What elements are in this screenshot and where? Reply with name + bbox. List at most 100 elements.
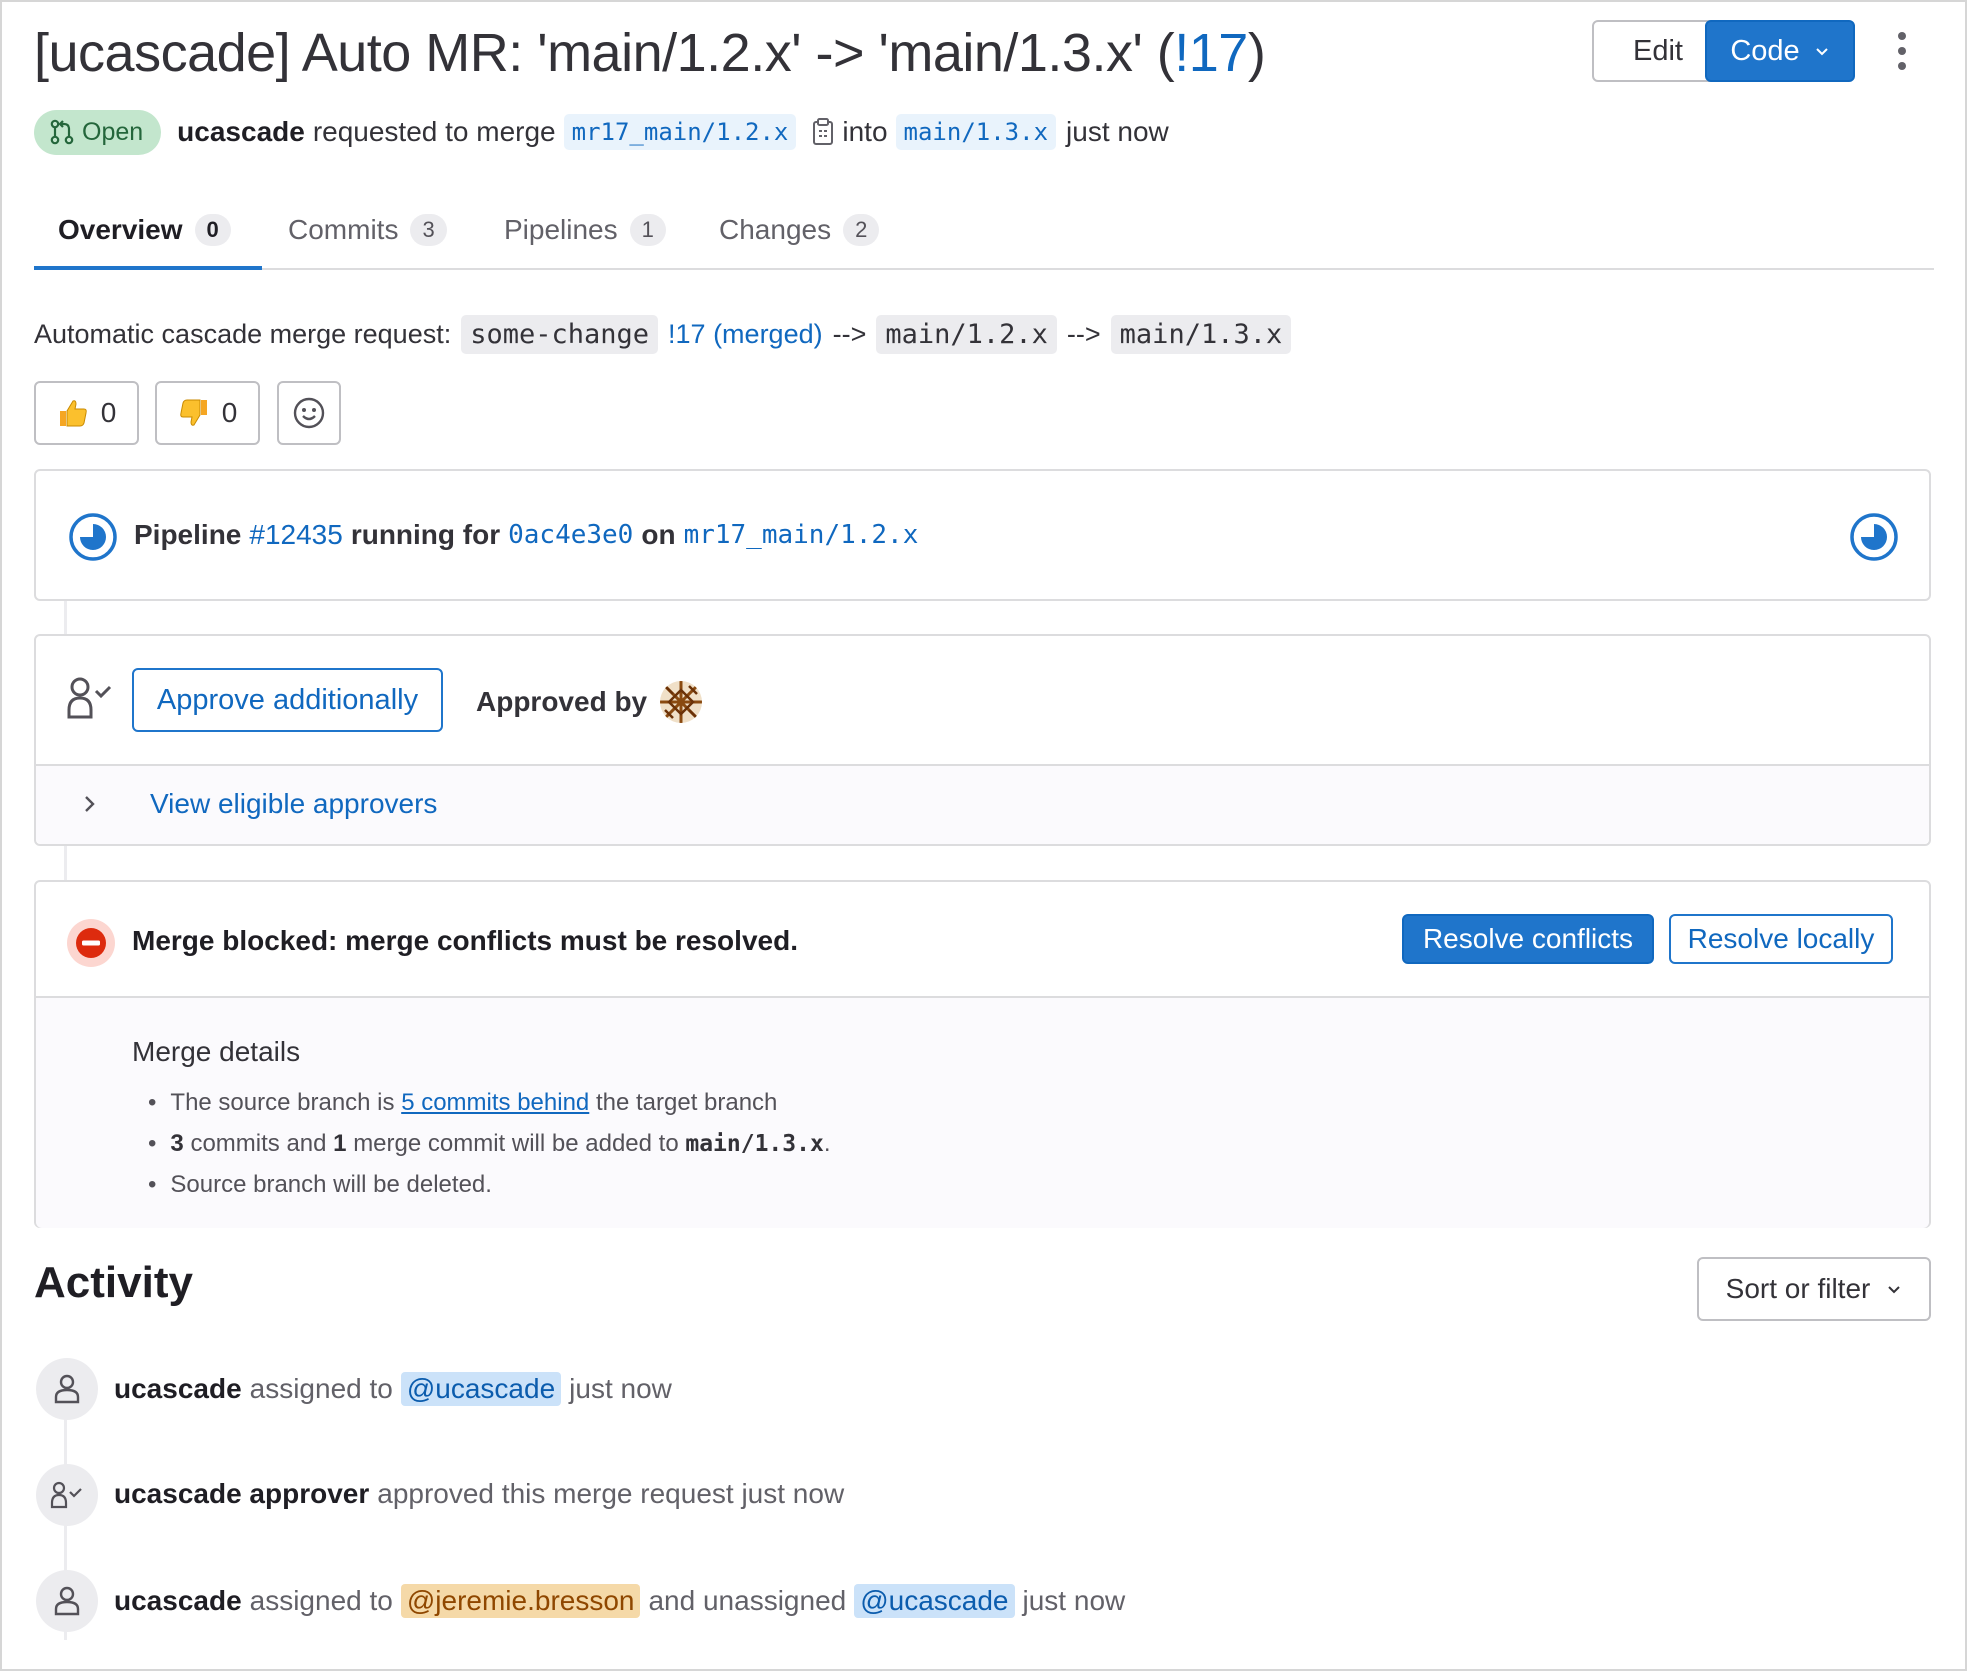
add-reaction-button[interactable] bbox=[277, 381, 341, 445]
commit-sha-link[interactable]: 0ac4e3e0 bbox=[508, 520, 633, 550]
chevron-right-icon[interactable] bbox=[82, 794, 96, 819]
author-link[interactable]: ucascade bbox=[177, 116, 305, 148]
activity-actor[interactable]: ucascade approver bbox=[114, 1478, 369, 1510]
pipeline-on-text: on bbox=[641, 519, 676, 550]
pipeline-running-icon[interactable] bbox=[68, 512, 118, 567]
tab-label: Pipelines bbox=[504, 214, 618, 245]
approve-button[interactable]: Approve additionally bbox=[132, 668, 443, 732]
merge-details-title: Merge details bbox=[132, 1036, 301, 1067]
activity-text: assigned to bbox=[249, 1373, 393, 1404]
view-eligible-approvers-link[interactable]: View eligible approvers bbox=[150, 788, 437, 820]
thumbs-up-count: 0 bbox=[100, 397, 117, 428]
merge-detail-item: 3 commits and 1 merge commit will be add… bbox=[132, 1123, 831, 1164]
edit-button-label: Edit bbox=[1633, 34, 1683, 67]
resolve-conflicts-button[interactable]: Resolve conflicts bbox=[1402, 914, 1654, 964]
pipeline-running-text: running for bbox=[350, 519, 501, 550]
approvals-card: Approve additionally Approved by View el… bbox=[34, 634, 1931, 846]
tab-overview[interactable]: Overview 0 bbox=[58, 190, 231, 270]
pipeline-label: Pipeline bbox=[134, 519, 242, 550]
detail-text: . bbox=[823, 1129, 831, 1157]
more-actions-icon[interactable] bbox=[1890, 30, 1914, 72]
tab-commits[interactable]: Commits 3 bbox=[288, 190, 447, 270]
description-prefix: Automatic cascade merge request: bbox=[34, 319, 452, 349]
user-icon bbox=[36, 1358, 98, 1420]
mr-tabs: Overview 0 Commits 3 Pipelines 1 Changes 2 bbox=[34, 190, 1934, 270]
pipeline-branch-link[interactable]: mr17_main/1.2.x bbox=[684, 520, 919, 550]
user-mention-self[interactable]: @jeremie.bresson bbox=[400, 1584, 641, 1618]
user-icon bbox=[36, 1570, 98, 1632]
pipeline-mini-graph-icon[interactable] bbox=[1849, 512, 1899, 567]
user-mention[interactable]: @ucascade bbox=[400, 1372, 562, 1406]
thumbs-up-icon bbox=[59, 400, 87, 427]
description-code: main/1.3.x bbox=[1110, 315, 1292, 354]
sort-filter-dropdown[interactable]: Sort or filter bbox=[1697, 1257, 1931, 1321]
activity-item: ucascade assigned to @ucascade just now bbox=[114, 1372, 672, 1406]
sort-filter-label: Sort or filter bbox=[1725, 1273, 1871, 1304]
resolve-locally-label: Resolve locally bbox=[1687, 923, 1875, 954]
activity-heading: Activity bbox=[34, 1258, 193, 1307]
merge-details-list: The source branch is 5 commits behind th… bbox=[132, 1082, 831, 1205]
detail-text: merge commit will be added to bbox=[353, 1129, 679, 1157]
copy-branch-icon[interactable] bbox=[812, 118, 834, 146]
eligible-approvers-row[interactable]: View eligible approvers bbox=[36, 764, 1929, 844]
detail-text: commits and bbox=[190, 1129, 327, 1157]
activity-item: ucascade assigned to @jeremie.bresson an… bbox=[114, 1584, 1125, 1618]
merged-mr-link[interactable]: !17 (merged) bbox=[668, 319, 823, 350]
source-branch-chip[interactable]: mr17_main/1.2.x bbox=[563, 114, 797, 150]
detail-text: the target branch bbox=[595, 1088, 778, 1116]
merge-blocked-message: Merge blocked: merge conflicts must be r… bbox=[132, 925, 798, 956]
thumbs-down-button[interactable]: 0 bbox=[155, 381, 260, 445]
activity-actor[interactable]: ucascade bbox=[114, 1585, 242, 1617]
activity-actor[interactable]: ucascade bbox=[114, 1373, 242, 1405]
tab-label: Commits bbox=[288, 214, 399, 245]
approved-by: Approved by bbox=[476, 680, 703, 724]
smiley-icon bbox=[293, 397, 325, 429]
target-branch-chip[interactable]: main/1.3.x bbox=[895, 114, 1057, 150]
approval-user-icon bbox=[66, 676, 118, 725]
mr-reference-link[interactable]: !17 bbox=[1174, 23, 1248, 83]
widget-connector bbox=[64, 601, 67, 634]
status-badge: Open bbox=[34, 109, 162, 155]
merge-details-panel: Merge details The source branch is 5 com… bbox=[36, 996, 1929, 1228]
activity-text: approved this merge request just now bbox=[377, 1478, 845, 1509]
pipeline-id-link[interactable]: #12435 bbox=[249, 519, 342, 551]
merge-detail-item: The source branch is 5 commits behind th… bbox=[132, 1082, 831, 1123]
merge-request-icon bbox=[50, 119, 74, 145]
pipeline-status-text: Pipeline #12435 running for 0ac4e3e0 on … bbox=[134, 519, 918, 551]
description-code: some-change bbox=[461, 315, 659, 354]
tab-count: 1 bbox=[629, 214, 666, 246]
code-button-label: Code bbox=[1730, 34, 1800, 67]
activity-text: assigned to bbox=[249, 1585, 393, 1616]
tab-pipelines[interactable]: Pipelines 1 bbox=[504, 190, 666, 270]
activity-time: just now bbox=[1022, 1585, 1126, 1616]
approver-avatar[interactable] bbox=[659, 680, 703, 724]
activity-time: just now bbox=[569, 1373, 672, 1404]
description-code: main/1.2.x bbox=[876, 315, 1057, 354]
resolve-locally-button[interactable]: Resolve locally bbox=[1669, 914, 1893, 964]
user-mention[interactable]: @ucascade bbox=[854, 1584, 1015, 1618]
commits-behind-link[interactable]: 5 commits behind bbox=[401, 1089, 589, 1117]
tab-label: Overview bbox=[58, 214, 183, 245]
requested-text: requested to merge bbox=[312, 116, 556, 147]
active-tab-indicator bbox=[34, 266, 262, 270]
chevron-down-icon bbox=[1815, 48, 1828, 56]
resolve-conflicts-label: Resolve conflicts bbox=[1422, 923, 1634, 954]
tab-changes[interactable]: Changes 2 bbox=[719, 190, 880, 270]
merge-blocked-icon bbox=[66, 918, 116, 973]
activity-item: ucascade approver approved this merge re… bbox=[114, 1478, 844, 1510]
commit-count: 3 bbox=[170, 1129, 184, 1157]
target-branch-name: main/1.3.x bbox=[685, 1130, 824, 1157]
detail-text: The source branch is bbox=[170, 1088, 395, 1116]
chevron-down-icon bbox=[1888, 1286, 1901, 1294]
thumbs-up-button[interactable]: 0 bbox=[34, 381, 139, 445]
approve-button-label: Approve additionally bbox=[156, 683, 419, 716]
into-text: into bbox=[842, 116, 888, 147]
title-text: [ucascade] Auto MR: 'main/1.2.x' -> 'mai… bbox=[34, 23, 1175, 83]
tab-label: Changes bbox=[719, 214, 832, 245]
approved-by-label: Approved by bbox=[476, 686, 648, 717]
description-arrow: --> bbox=[1066, 319, 1101, 349]
code-dropdown-button[interactable]: Code bbox=[1705, 20, 1855, 82]
approval-icon bbox=[36, 1464, 98, 1526]
thumbs-down-count: 0 bbox=[221, 397, 238, 428]
thumbs-down-icon bbox=[179, 399, 207, 426]
